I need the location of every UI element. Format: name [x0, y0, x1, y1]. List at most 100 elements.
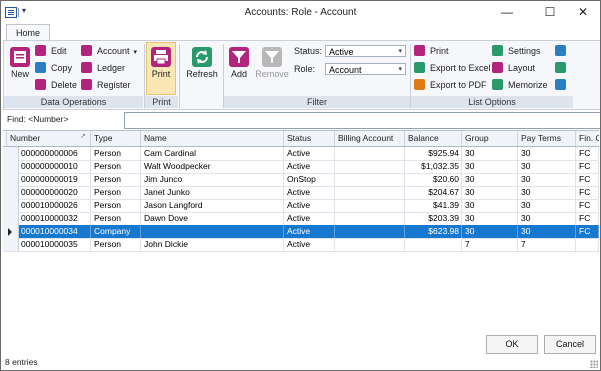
cell-group[interactable]: 30	[462, 199, 518, 212]
cell-pay-terms[interactable]: 30	[518, 160, 576, 173]
ledger-button[interactable]: Ledger	[81, 61, 125, 76]
cell-fin-charge[interactable]: FC	[576, 225, 599, 238]
cell-status[interactable]: Active	[284, 186, 335, 199]
row-header[interactable]	[3, 212, 19, 225]
resize-grip-icon[interactable]	[590, 360, 598, 368]
cell-billing-account[interactable]	[335, 186, 405, 199]
cell-name[interactable]: Walt Woodpecker	[141, 160, 284, 173]
row-header[interactable]	[3, 147, 19, 160]
cell-type[interactable]: Company	[91, 225, 141, 238]
print-list-button[interactable]: Print	[414, 44, 449, 59]
column-header-name[interactable]: Name	[141, 131, 284, 146]
cell-fin-charge[interactable]: FC	[576, 173, 599, 186]
cell-number[interactable]: 000010000026	[18, 199, 91, 212]
cell-type[interactable]: Person	[91, 238, 141, 251]
settings-button[interactable]: Settings	[492, 44, 541, 59]
cell-group[interactable]: 30	[462, 225, 518, 238]
search-button[interactable]	[555, 78, 571, 93]
row-header[interactable]	[3, 225, 19, 238]
cell-pay-terms[interactable]: 30	[518, 199, 576, 212]
cell-pay-terms[interactable]: 30	[518, 186, 576, 199]
table-row[interactable]: 000000000010 Person Walt Woodpecker Active $…	[3, 160, 599, 174]
register-button[interactable]: Register	[81, 78, 131, 93]
column-header-number[interactable]: Number ↗	[7, 131, 91, 146]
cell-number[interactable]: 000000000020	[18, 186, 91, 199]
column-header-group[interactable]: Group	[462, 131, 518, 146]
minimize-button[interactable]: —	[494, 3, 520, 21]
cell-type[interactable]: Person	[91, 199, 141, 212]
cell-status[interactable]: Active	[284, 238, 335, 251]
cell-fin-charge[interactable]: FC	[576, 160, 599, 173]
cell-pay-terms[interactable]: 30	[518, 212, 576, 225]
table-row[interactable]: 000000000019 Person Jim Junco OnStop $20.60 3…	[3, 173, 599, 187]
remove-filter-button[interactable]: Remove	[255, 43, 289, 95]
cell-status[interactable]: Active	[284, 225, 335, 238]
cell-name[interactable]	[141, 225, 284, 238]
cell-number[interactable]: 000010000032	[18, 212, 91, 225]
cell-status[interactable]: Active	[284, 199, 335, 212]
role-filter-dropdown[interactable]: Account ▾	[325, 63, 406, 75]
cell-name[interactable]: Janet Junko	[141, 186, 284, 199]
edit-button[interactable]: Edit	[35, 44, 67, 59]
cell-group[interactable]: 30	[462, 173, 518, 186]
row-header[interactable]	[3, 186, 19, 199]
cell-billing-account[interactable]	[335, 173, 405, 186]
cell-status[interactable]: Active	[284, 160, 335, 173]
column-header-pay-terms[interactable]: Pay Terms	[518, 131, 576, 146]
export-excel-button[interactable]: Export to Excel	[414, 61, 491, 76]
ok-button[interactable]: OK	[486, 335, 538, 354]
cell-number[interactable]: 000000000006	[18, 147, 91, 160]
cell-billing-account[interactable]	[335, 160, 405, 173]
column-header-type[interactable]: Type	[91, 131, 141, 146]
column-header-status[interactable]: Status	[284, 131, 335, 146]
cell-group[interactable]: 30	[462, 212, 518, 225]
column-header-balance[interactable]: Balance	[405, 131, 462, 146]
print-button[interactable]: Print	[146, 42, 176, 95]
delete-button[interactable]: Delete	[35, 78, 77, 93]
add-filter-button[interactable]: Add	[225, 43, 253, 95]
memorize-button[interactable]: Memorize	[492, 78, 548, 93]
column-header-billing-account[interactable]: Billing Account	[335, 131, 405, 146]
cell-pay-terms[interactable]: 7	[518, 238, 576, 251]
refresh-button[interactable]: Refresh	[183, 43, 221, 95]
layout-button[interactable]: Layout	[492, 61, 535, 76]
cell-fin-charge[interactable]	[576, 238, 599, 251]
export-pdf-button[interactable]: Export to PDF	[414, 78, 487, 93]
cell-type[interactable]: Person	[91, 173, 141, 186]
row-header[interactable]	[3, 160, 19, 173]
table-row[interactable]: 000010000026 Person Jason Langford Active $4…	[3, 199, 599, 213]
cell-number[interactable]: 000000000010	[18, 160, 91, 173]
table-row[interactable]: 000010000032 Person Dawn Dove Active $203.39…	[3, 212, 599, 226]
cell-name[interactable]: Dawn Dove	[141, 212, 284, 225]
cell-type[interactable]: Person	[91, 212, 141, 225]
cell-billing-account[interactable]	[335, 238, 405, 251]
cancel-button[interactable]: Cancel	[544, 335, 596, 354]
row-header[interactable]	[3, 173, 19, 186]
account-button[interactable]: Account ▾	[81, 44, 137, 59]
cell-name[interactable]: Jim Junco	[141, 173, 284, 186]
column-header-fin-charge[interactable]: Fin. C	[576, 131, 599, 146]
cell-name[interactable]: John Dickie	[141, 238, 284, 251]
cell-status[interactable]: OnStop	[284, 173, 335, 186]
table-row[interactable]: 000000000006 Person Cam Cardinal Active $925…	[3, 147, 599, 161]
cell-balance[interactable]: $925.94	[405, 147, 462, 160]
find-input[interactable]	[124, 112, 600, 129]
column-filter-button[interactable]	[555, 44, 571, 59]
cell-billing-account[interactable]	[335, 212, 405, 225]
cell-fin-charge[interactable]: FC	[576, 199, 599, 212]
cell-group[interactable]: 30	[462, 186, 518, 199]
cell-balance[interactable]: $41.39	[405, 199, 462, 212]
cell-balance[interactable]	[405, 238, 462, 251]
row-header[interactable]	[3, 238, 19, 251]
copy-button[interactable]: Copy	[35, 61, 72, 76]
cell-pay-terms[interactable]: 30	[518, 147, 576, 160]
cell-pay-terms[interactable]: 30	[518, 173, 576, 186]
cell-status[interactable]: Active	[284, 147, 335, 160]
cell-type[interactable]: Person	[91, 186, 141, 199]
close-button[interactable]: ✕	[570, 3, 596, 21]
new-button[interactable]: New	[6, 43, 34, 95]
cell-name[interactable]: Jason Langford	[141, 199, 284, 212]
cell-fin-charge[interactable]: FC	[576, 212, 599, 225]
cell-billing-account[interactable]	[335, 225, 405, 238]
cell-number[interactable]: 000010000035	[18, 238, 91, 251]
